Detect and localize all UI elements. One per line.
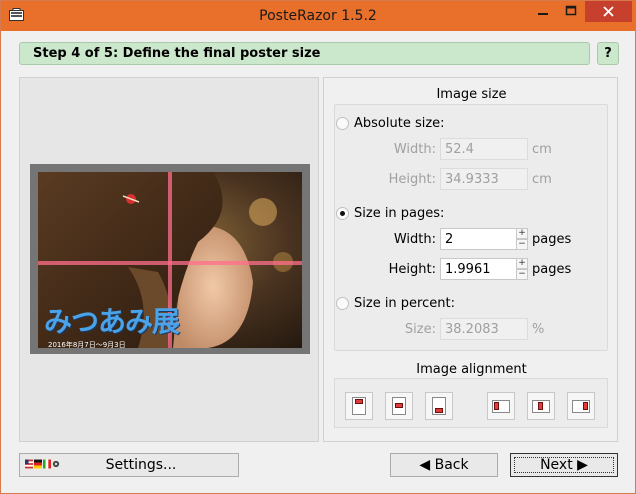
back-button-label: Back <box>434 457 469 473</box>
align-marker <box>435 408 443 413</box>
absolute-size-label: Absolute size: <box>354 115 445 131</box>
percent-size-field[interactable]: 38.2083 <box>440 318 528 340</box>
app-window: PosteRazor 1.5.2 Step 4 of 5: Define the… <box>0 0 636 494</box>
image-alignment-group <box>334 378 608 428</box>
arrow-left-icon: ◀ <box>419 457 431 473</box>
pages-width-unit: pages <box>532 232 572 247</box>
step-banner: Step 4 of 5: Define the final poster siz… <box>19 42 590 65</box>
percent-size-unit: % <box>532 322 545 337</box>
absolute-width-field[interactable]: 52.4 <box>440 138 528 160</box>
absolute-width-label: Width: <box>393 142 436 157</box>
focus-ring <box>514 457 614 473</box>
pages-size-label: Size in pages: <box>354 205 445 221</box>
align-marker <box>494 402 499 410</box>
it-flag-icon <box>43 459 51 469</box>
close-icon <box>603 6 614 17</box>
absolute-height-label: Height: <box>388 172 436 187</box>
absolute-size-radio[interactable]: Absolute size: <box>336 114 445 132</box>
align-vcenter-button[interactable] <box>385 392 413 420</box>
maximize-button[interactable] <box>557 1 585 22</box>
align-marker <box>395 403 403 408</box>
absolute-height-field[interactable]: 34.9333 <box>440 168 528 190</box>
pages-size-radio[interactable]: Size in pages: <box>336 204 444 222</box>
percent-size-label-field: Size: <box>404 322 436 337</box>
radio-indicator <box>336 116 349 130</box>
stepper-down-icon[interactable]: − <box>516 269 528 280</box>
align-hcenter-icon <box>532 400 550 413</box>
title-bar[interactable]: PosteRazor 1.5.2 <box>1 1 635 31</box>
poster-date: 2016年8月7日～9月3日 <box>48 341 126 348</box>
pages-height-label: Height: <box>388 262 436 277</box>
image-size-title: Image size <box>436 87 507 102</box>
align-left-icon <box>492 400 510 413</box>
align-top-icon <box>352 397 366 415</box>
stepper-down-icon[interactable]: − <box>516 239 528 250</box>
next-button[interactable]: Next ▶ <box>510 453 618 477</box>
page-cut-line-horizontal <box>38 261 302 265</box>
align-right-icon <box>572 400 590 413</box>
stepper-up-icon[interactable]: + <box>516 258 528 269</box>
us-flag-icon <box>25 459 33 469</box>
settings-button[interactable]: Settings... <box>19 453 239 477</box>
settings-button-label: Settings... <box>105 457 177 473</box>
image-alignment-title: Image alignment <box>416 362 527 377</box>
pages-height-unit: pages <box>532 262 572 277</box>
close-button[interactable] <box>585 1 632 22</box>
radio-indicator <box>336 296 349 310</box>
align-marker <box>355 399 363 404</box>
help-button[interactable]: ? <box>597 42 619 65</box>
poster-caption: みつあみ展 <box>44 305 180 338</box>
language-flags-icon <box>25 459 61 471</box>
size-settings-panel: Image size Absolute size: Width: 52.4 cm… <box>323 77 618 442</box>
align-bottom-icon <box>432 397 446 415</box>
align-marker <box>583 402 588 410</box>
minimize-button[interactable] <box>529 1 557 22</box>
radio-indicator <box>336 206 349 220</box>
maximize-icon <box>565 5 577 16</box>
pages-width-stepper[interactable]: + − <box>516 228 528 250</box>
gear-icon <box>52 460 60 468</box>
percent-size-label: Size in percent: <box>354 295 455 311</box>
pages-height-field[interactable]: 1.9961 <box>440 258 528 280</box>
absolute-width-unit: cm <box>532 142 552 157</box>
poster-image: みつあみ展 2016年8月7日～9月3日 <box>38 172 302 348</box>
stepper-up-icon[interactable]: + <box>516 228 528 239</box>
minimize-icon <box>538 13 548 15</box>
align-marker <box>538 402 543 410</box>
percent-size-radio[interactable]: Size in percent: <box>336 294 455 312</box>
poster-preview: みつあみ展 2016年8月7日～9月3日 <box>30 164 310 354</box>
align-top-button[interactable] <box>345 392 373 420</box>
pages-width-label: Width: <box>393 232 436 247</box>
step-title: Step 4 of 5: Define the final poster siz… <box>33 46 321 61</box>
absolute-height-unit: cm <box>532 172 552 187</box>
back-button[interactable]: ◀ Back <box>390 453 498 477</box>
align-bottom-button[interactable] <box>425 392 453 420</box>
align-left-button[interactable] <box>487 392 515 420</box>
poster-preview-panel: みつあみ展 2016年8月7日～9月3日 <box>19 77 319 442</box>
align-right-button[interactable] <box>567 392 595 420</box>
pages-height-stepper[interactable]: + − <box>516 258 528 280</box>
de-flag-icon <box>34 459 42 469</box>
align-vcenter-icon <box>392 397 406 415</box>
pages-width-field[interactable]: 2 <box>440 228 528 250</box>
align-hcenter-button[interactable] <box>527 392 555 420</box>
